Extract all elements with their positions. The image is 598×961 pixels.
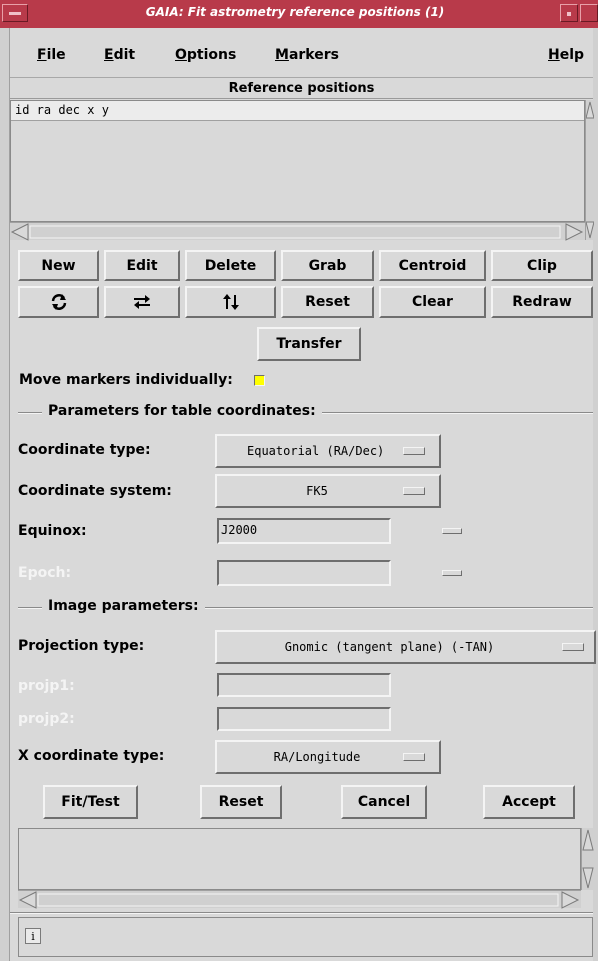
- menu-file[interactable]: File: [37, 47, 66, 63]
- coord-system-label: Coordinate system:: [18, 483, 172, 499]
- menu-file-accel: F: [37, 47, 47, 63]
- maximize-button[interactable]: [580, 4, 598, 22]
- epoch-field[interactable]: [217, 560, 391, 586]
- equinox-field[interactable]: J2000: [217, 518, 391, 544]
- grab-button[interactable]: Grab: [281, 250, 374, 281]
- coord-type-value: Equatorial (RA/Dec): [247, 444, 385, 458]
- window-title: GAIA: Fit astrometry reference positions…: [145, 5, 445, 19]
- coord-system-value: FK5: [306, 484, 328, 498]
- info-icon: i: [25, 928, 41, 944]
- menu-markers-accel: M: [275, 47, 289, 63]
- coord-type-menu[interactable]: Equatorial (RA/Dec): [215, 434, 441, 468]
- projp1-field[interactable]: [217, 673, 391, 697]
- option-menu-indicator-icon: [403, 753, 425, 761]
- window-frame-left: [0, 28, 10, 961]
- redraw-button[interactable]: Redraw: [491, 286, 593, 318]
- delete-button[interactable]: Delete: [185, 250, 276, 281]
- rotate-icon: [51, 294, 66, 310]
- epoch-label: Epoch:: [18, 565, 72, 581]
- swap-vertical-button[interactable]: [185, 286, 276, 318]
- reference-positions-header: Reference positions: [10, 79, 593, 99]
- transfer-button[interactable]: Transfer: [257, 327, 361, 361]
- results-vertical-scrollbar[interactable]: [581, 828, 594, 890]
- clear-button[interactable]: Clear: [379, 286, 486, 318]
- scroll-up-down-arrows-icon[interactable]: [582, 828, 594, 890]
- results-text-area[interactable]: [18, 828, 581, 890]
- projection-type-menu[interactable]: Gnomic (tangent plane) (-TAN): [215, 630, 596, 664]
- menu-file-label: ile: [46, 47, 66, 63]
- fit-test-button[interactable]: Fit/Test: [43, 785, 138, 819]
- rotate-button[interactable]: [18, 286, 99, 318]
- scroll-up-arrow-icon[interactable]: [585, 100, 595, 240]
- scroll-left-right-arrows-icon[interactable]: [10, 223, 585, 241]
- reset-markers-button[interactable]: Reset: [281, 286, 374, 318]
- scroll-left-right-arrows-icon[interactable]: [18, 891, 581, 909]
- menu-markers[interactable]: Markers: [275, 47, 339, 63]
- centroid-button[interactable]: Centroid: [379, 250, 486, 281]
- minimize-button[interactable]: [560, 4, 578, 22]
- menu-help-accel: H: [548, 47, 560, 63]
- menu-options-label: ptions: [186, 47, 237, 63]
- move-markers-checkbox[interactable]: [254, 375, 265, 386]
- projection-type-value: Gnomic (tangent plane) (-TAN): [284, 640, 495, 654]
- list-column-header: id ra dec x y: [11, 101, 584, 121]
- option-menu-indicator-icon: [562, 643, 584, 651]
- list-vertical-scrollbar[interactable]: [585, 100, 595, 240]
- x-coord-type-menu[interactable]: RA/Longitude: [215, 740, 441, 774]
- menu-help-label: elp: [559, 47, 585, 63]
- reference-positions-list[interactable]: id ra dec x y: [10, 100, 585, 222]
- list-horizontal-scrollbar[interactable]: [10, 222, 585, 241]
- menu-edit-accel: E: [104, 47, 114, 63]
- results-horizontal-scrollbar[interactable]: [18, 890, 581, 909]
- menu-edit-label: dit: [113, 47, 136, 63]
- x-coord-type-value: RA/Longitude: [273, 750, 361, 764]
- title-bar: GAIA: Fit astrometry reference positions…: [0, 0, 598, 28]
- swap-horizontal-button[interactable]: [104, 286, 180, 318]
- status-bar: i: [18, 917, 593, 957]
- option-menu-indicator-icon: [403, 447, 425, 455]
- coord-system-menu[interactable]: FK5: [215, 474, 441, 508]
- option-menu-indicator-icon: [403, 487, 425, 495]
- equinox-label: Equinox:: [18, 523, 87, 539]
- projp2-field[interactable]: [217, 707, 391, 731]
- epoch-menu-indicator-icon[interactable]: [442, 570, 462, 576]
- x-coord-type-label: X coordinate type:: [18, 748, 165, 764]
- cancel-button[interactable]: Cancel: [341, 785, 427, 819]
- swap-vertical-icon: [222, 294, 239, 310]
- status-separator: [10, 912, 593, 914]
- table-params-title: Parameters for table coordinates:: [42, 403, 322, 419]
- clip-button[interactable]: Clip: [491, 250, 593, 281]
- menu-markers-label: arkers: [288, 47, 339, 63]
- swap-horizontal-icon: [134, 295, 150, 309]
- window-menu-button[interactable]: [2, 4, 28, 22]
- edit-button[interactable]: Edit: [104, 250, 180, 281]
- projection-type-label: Projection type:: [18, 638, 145, 654]
- projp1-label: projp1:: [18, 678, 75, 694]
- new-button[interactable]: New: [18, 250, 99, 281]
- image-params-title: Image parameters:: [42, 598, 205, 614]
- menu-options[interactable]: Options: [175, 47, 236, 63]
- accept-button[interactable]: Accept: [483, 785, 575, 819]
- menu-help[interactable]: Help: [548, 47, 584, 63]
- equinox-menu-indicator-icon[interactable]: [442, 528, 462, 534]
- move-markers-label: Move markers individually:: [19, 372, 233, 388]
- menu-edit[interactable]: Edit: [104, 47, 135, 63]
- menu-options-accel: O: [175, 47, 187, 63]
- projp2-label: projp2:: [18, 711, 75, 727]
- coord-type-label: Coordinate type:: [18, 442, 151, 458]
- reset-button[interactable]: Reset: [200, 785, 282, 819]
